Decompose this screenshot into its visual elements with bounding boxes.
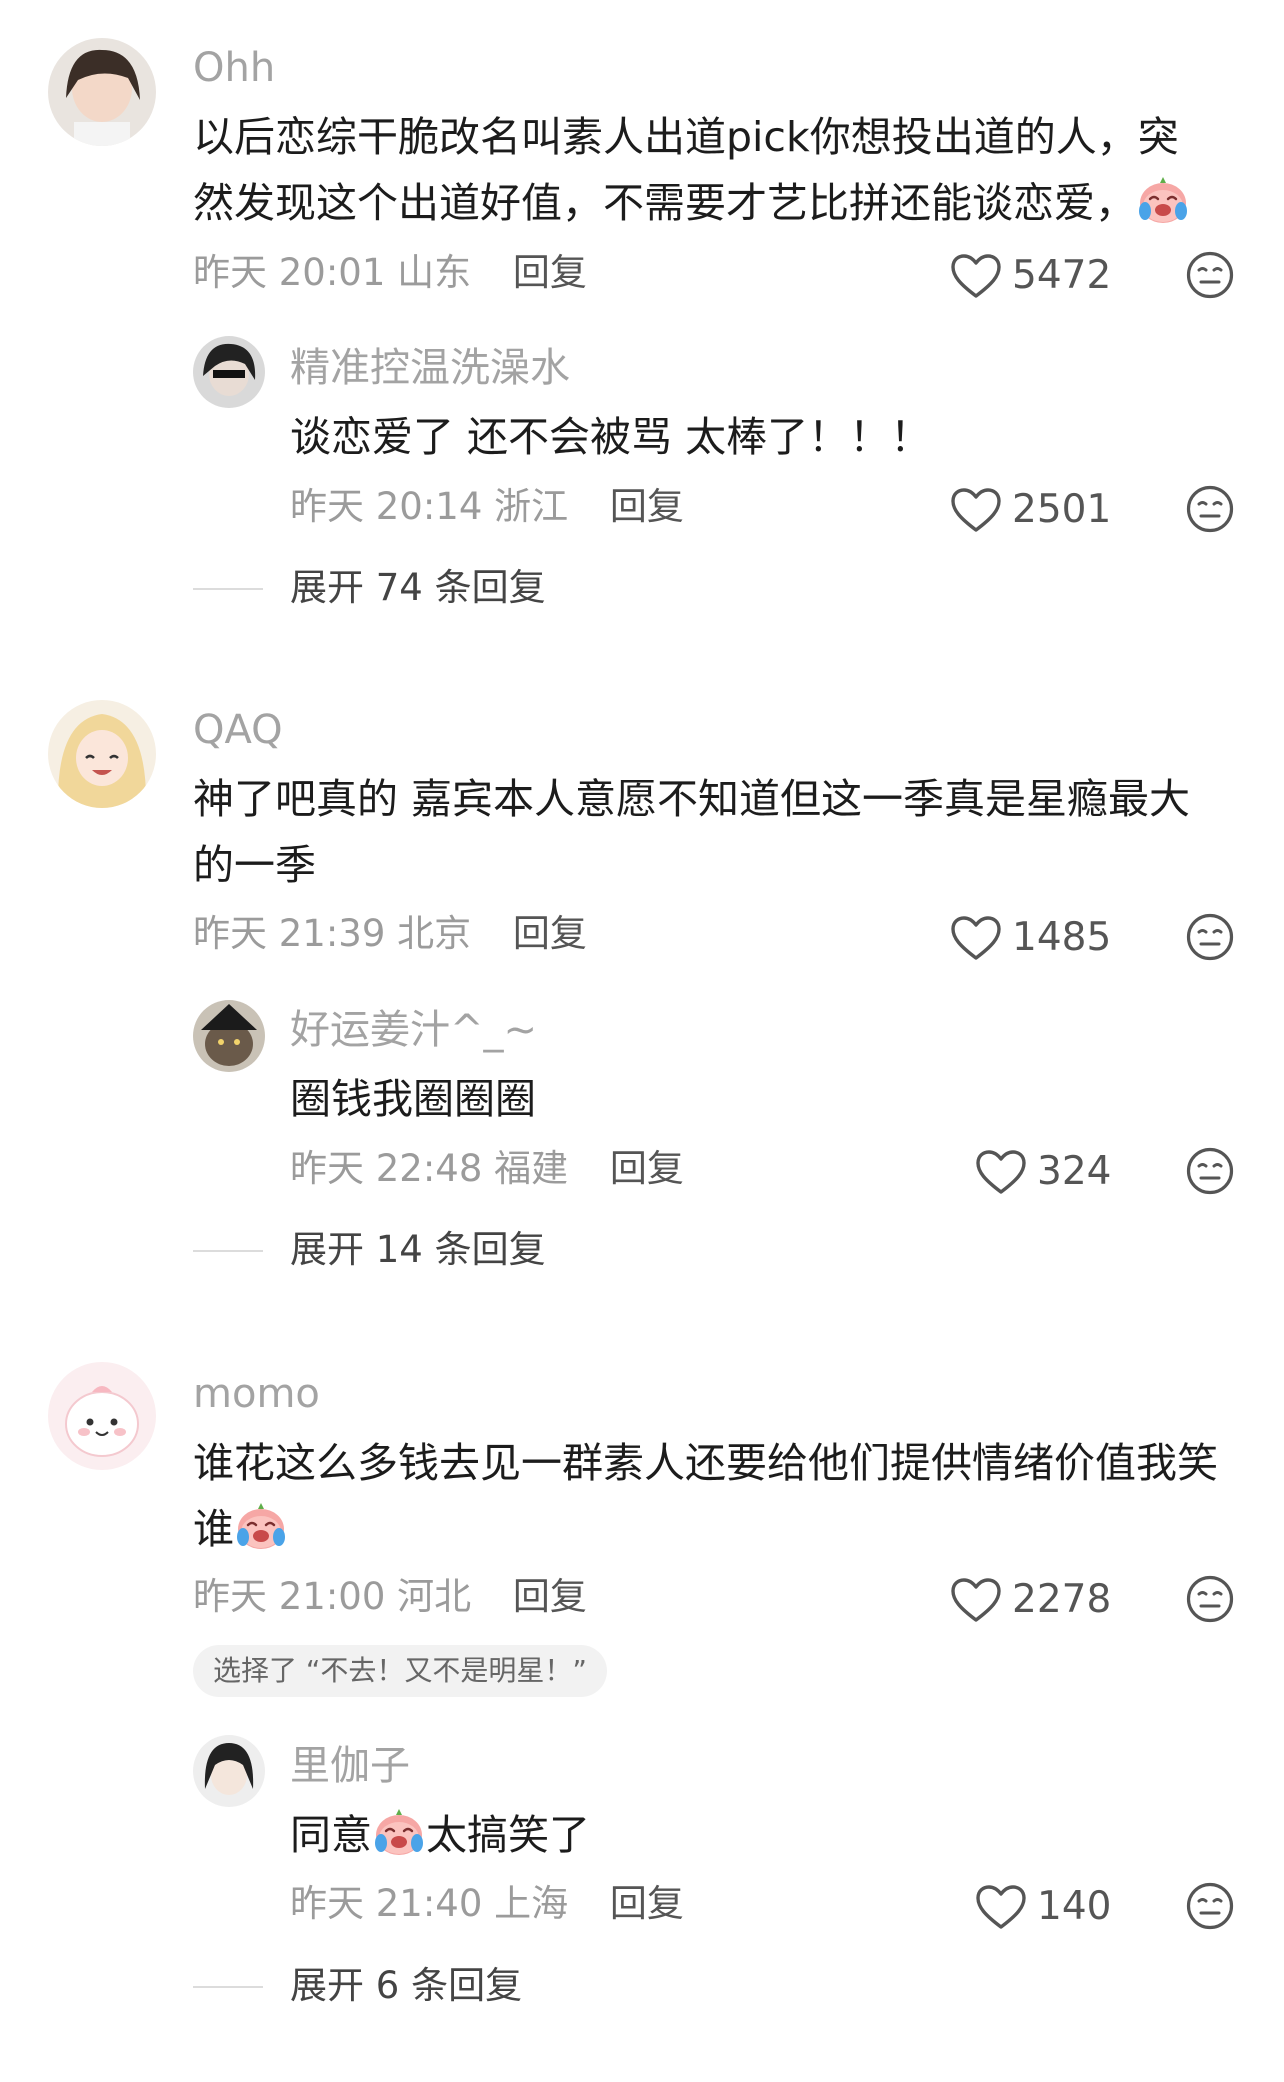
reply-button[interactable]: 回复: [610, 485, 684, 528]
comment-text: 神了吧真的 嘉宾本人意愿不知道但这一季真是星瘾最大 的一季: [193, 766, 1253, 898]
meh-face-icon[interactable]: [1185, 250, 1235, 300]
heart-outline-icon: [950, 253, 1002, 299]
comment-text-line: 神了吧真的 嘉宾本人意愿不知道但这一季真是星瘾最大: [193, 775, 1191, 823]
like-count: 2501: [1012, 487, 1112, 532]
like-button[interactable]: 140: [975, 1883, 1111, 1931]
reply-username[interactable]: 好运姜汁^_~: [290, 1006, 537, 1054]
meh-face-icon[interactable]: [1185, 1574, 1235, 1624]
reply-location: 上海: [494, 1882, 569, 1925]
comment-location: 北京: [397, 912, 472, 955]
avatar[interactable]: [48, 700, 156, 808]
comment-time: 昨天 20:01: [193, 251, 386, 294]
comment-text-line: 以后恋综干脆改名叫素人出道pick你想投出道的人，突: [193, 113, 1179, 161]
crying-laughing-emoji-icon: [234, 1499, 288, 1553]
like-button[interactable]: 2278: [950, 1576, 1111, 1624]
reply-location: 浙江: [494, 485, 569, 528]
reply-username[interactable]: 里伽子: [290, 1742, 410, 1790]
comment-text: 谁花这么多钱去见一群素人还要给他们提供情绪价值我笑 谁: [193, 1430, 1263, 1562]
reply-time: 昨天 20:14: [290, 485, 483, 528]
reply-button[interactable]: 回复: [513, 1575, 587, 1618]
heart-outline-icon: [950, 487, 1002, 533]
reply-button[interactable]: 回复: [610, 1147, 684, 1190]
comment-time: 昨天 21:00: [193, 1575, 386, 1618]
divider: [193, 1986, 263, 1988]
meh-face-icon[interactable]: [1185, 484, 1235, 534]
like-count: 1485: [1012, 915, 1112, 960]
reply-time: 昨天 22:48: [290, 1147, 483, 1190]
avatar[interactable]: [193, 1735, 265, 1807]
reply-button[interactable]: 回复: [610, 1882, 684, 1925]
comment-meta: 昨天 21:39 北京 回复: [193, 910, 587, 958]
heart-outline-icon: [950, 1577, 1002, 1623]
reply-text-part: 太搞笑了: [426, 1811, 590, 1859]
meh-face-icon[interactable]: [1185, 1146, 1235, 1196]
reply-meta: 昨天 22:48 福建 回复: [290, 1145, 684, 1193]
avatar[interactable]: [48, 38, 156, 146]
comment-meta: 昨天 20:01 山东 回复: [193, 249, 587, 297]
meh-face-icon[interactable]: [1185, 1881, 1235, 1931]
reply-location: 福建: [494, 1147, 569, 1190]
reply-text: 圈钱我圈圈圈: [290, 1075, 536, 1123]
heart-outline-icon: [975, 1149, 1027, 1195]
like-button[interactable]: 1485: [950, 914, 1111, 962]
like-count: 324: [1037, 1149, 1112, 1194]
like-count: 2278: [1012, 1577, 1112, 1622]
crying-laughing-emoji-icon: [372, 1805, 426, 1859]
comment-text: 以后恋综干脆改名叫素人出道pick你想投出道的人，突 然发现这个出道好值，不需要…: [193, 104, 1253, 236]
crying-laughing-emoji-icon: [1136, 173, 1190, 227]
like-button[interactable]: 324: [975, 1148, 1111, 1196]
comment-username[interactable]: Ohh: [193, 44, 275, 92]
reply-meta: 昨天 20:14 浙江 回复: [290, 483, 684, 531]
like-button[interactable]: 2501: [950, 486, 1111, 534]
comment-username[interactable]: QAQ: [193, 706, 283, 754]
expand-replies-button[interactable]: 展开 74 条回复: [290, 564, 546, 612]
avatar[interactable]: [193, 1000, 265, 1072]
vote-choice-badge: 选择了 “不去！又不是明星！”: [193, 1645, 607, 1697]
comment-text-line: 然发现这个出道好值，不需要才艺比拼还能谈恋爱，: [193, 179, 1136, 227]
divider: [193, 1250, 263, 1252]
reply-username[interactable]: 精准控温洗澡水: [290, 344, 570, 392]
comment-text-line: 谁: [193, 1505, 234, 1553]
comment-text-line: 的一季: [193, 841, 316, 889]
reply-text-part: 同意: [290, 1811, 372, 1859]
comment-text-line: 谁花这么多钱去见一群素人还要给他们提供情绪价值我笑: [193, 1439, 1218, 1487]
reply-button[interactable]: 回复: [513, 251, 587, 294]
like-count: 140: [1037, 1884, 1112, 1929]
heart-outline-icon: [975, 1884, 1027, 1930]
comment-time: 昨天 21:39: [193, 912, 386, 955]
meh-face-icon[interactable]: [1185, 912, 1235, 962]
expand-replies-button[interactable]: 展开 14 条回复: [290, 1226, 546, 1274]
reply-meta: 昨天 21:40 上海 回复: [290, 1880, 684, 1928]
reply-time: 昨天 21:40: [290, 1882, 483, 1925]
avatar[interactable]: [193, 336, 265, 408]
reply-text: 同意 太搞笑了: [290, 1802, 590, 1868]
comment-username[interactable]: momo: [193, 1370, 320, 1418]
like-button[interactable]: 5472: [950, 252, 1111, 300]
comment-location: 河北: [397, 1575, 472, 1618]
reply-button[interactable]: 回复: [513, 912, 587, 955]
comment-location: 山东: [397, 251, 472, 294]
heart-outline-icon: [950, 915, 1002, 961]
avatar[interactable]: [48, 1362, 156, 1470]
reply-text: 谈恋爱了 还不会被骂 太棒了！！！: [290, 413, 932, 461]
like-count: 5472: [1012, 253, 1112, 298]
comment-meta: 昨天 21:00 河北 回复: [193, 1573, 587, 1621]
divider: [193, 588, 263, 590]
expand-replies-button[interactable]: 展开 6 条回复: [290, 1962, 522, 2010]
